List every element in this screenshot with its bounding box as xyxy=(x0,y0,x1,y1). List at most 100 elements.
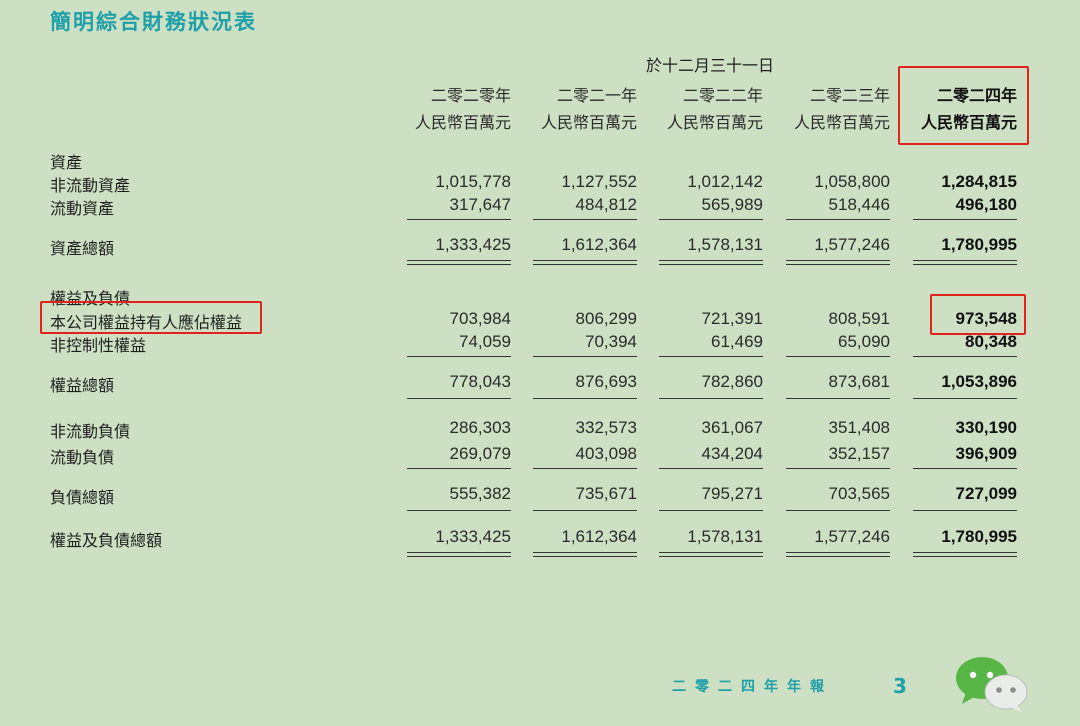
cell: 795,271 xyxy=(701,484,763,503)
double-underline xyxy=(533,552,637,557)
cell: 351,408 xyxy=(828,418,890,437)
underline xyxy=(533,356,637,357)
cell: 735,671 xyxy=(575,484,637,503)
col-unit: 人民幣百萬元 xyxy=(414,113,511,132)
underline xyxy=(786,398,890,399)
double-underline xyxy=(913,552,1017,557)
cell: 434,204 xyxy=(701,444,763,463)
cell: 555,382 xyxy=(449,484,511,503)
col-year: 二零二二年 xyxy=(682,86,763,105)
cell: 330,190 xyxy=(955,418,1017,437)
col-unit: 人民幣百萬元 xyxy=(793,113,890,132)
wechat-chat-icon[interactable] xyxy=(952,654,1032,714)
cell: 74,059 xyxy=(459,332,511,351)
col-year: 二零二一年 xyxy=(556,86,637,105)
underline xyxy=(533,398,637,399)
section-assets: 資產 xyxy=(50,153,83,172)
cell: 269,079 xyxy=(449,444,511,463)
cell: 1,780,995 xyxy=(941,527,1017,546)
cell: 1,053,896 xyxy=(941,372,1017,391)
underline xyxy=(913,510,1017,511)
cell: 1,127,552 xyxy=(561,172,637,191)
cell: 727,099 xyxy=(955,484,1017,503)
double-underline xyxy=(786,260,890,265)
report-title: 簡明綜合財務狀況表 xyxy=(50,10,257,34)
underline xyxy=(407,219,511,220)
cell: 286,303 xyxy=(449,418,511,437)
double-underline xyxy=(786,552,890,557)
row-label: 非流動資產 xyxy=(50,176,131,195)
cell: 565,989 xyxy=(701,195,763,214)
underline xyxy=(407,398,511,399)
cell: 1,578,131 xyxy=(687,235,763,254)
cell: 1,284,815 xyxy=(941,172,1017,191)
cell: 1,333,425 xyxy=(435,235,511,254)
double-underline xyxy=(407,260,511,265)
row-label: 非流動負債 xyxy=(50,422,131,441)
row-label: 權益及負債總額 xyxy=(50,531,163,550)
cell: 70,394 xyxy=(585,332,637,351)
cell: 361,067 xyxy=(701,418,763,437)
double-underline xyxy=(659,552,763,557)
underline xyxy=(786,510,890,511)
period-label: 於十二月三十一日 xyxy=(645,56,774,75)
underline xyxy=(913,398,1017,399)
cell: 352,157 xyxy=(828,444,890,463)
underline xyxy=(659,510,763,511)
cell: 1,577,246 xyxy=(814,235,890,254)
cell: 1,015,778 xyxy=(435,172,511,191)
cell: 61,469 xyxy=(711,332,763,351)
cell: 396,909 xyxy=(955,444,1017,463)
underline xyxy=(786,468,890,469)
row-label: 非控制性權益 xyxy=(50,336,147,355)
underline xyxy=(786,219,890,220)
col-unit: 人民幣百萬元 xyxy=(540,113,637,132)
cell: 1,012,142 xyxy=(687,172,763,191)
double-underline xyxy=(407,552,511,557)
cell: 1,612,364 xyxy=(561,235,637,254)
col-year: 二零二三年 xyxy=(809,86,890,105)
col-year: 二零二零年 xyxy=(430,86,511,105)
underline xyxy=(786,356,890,357)
cell: 403,098 xyxy=(575,444,637,463)
cell: 332,573 xyxy=(575,418,637,437)
cell: 65,090 xyxy=(838,332,890,351)
page-number: 3 xyxy=(893,674,907,698)
cell: 873,681 xyxy=(828,372,890,391)
underline xyxy=(533,219,637,220)
double-underline xyxy=(913,260,1017,265)
highlight-box-equity-2024 xyxy=(930,294,1026,335)
underline xyxy=(913,356,1017,357)
cell: 1,577,246 xyxy=(814,527,890,546)
underline xyxy=(407,356,511,357)
cell: 808,591 xyxy=(828,309,890,328)
cell: 1,578,131 xyxy=(687,527,763,546)
cell: 484,812 xyxy=(575,195,637,214)
cell: 876,693 xyxy=(575,372,637,391)
underline xyxy=(913,468,1017,469)
footer-report-label: 二零二四年年報 xyxy=(672,679,833,695)
cell: 782,860 xyxy=(701,372,763,391)
cell: 1,058,800 xyxy=(814,172,890,191)
underline xyxy=(533,510,637,511)
col-unit: 人民幣百萬元 xyxy=(666,113,763,132)
double-underline xyxy=(533,260,637,265)
cell: 80,348 xyxy=(965,332,1017,351)
underline xyxy=(659,468,763,469)
underline xyxy=(407,510,511,511)
row-label: 流動資產 xyxy=(50,199,115,218)
cell: 703,565 xyxy=(828,484,890,503)
cell: 721,391 xyxy=(701,309,763,328)
underline xyxy=(533,468,637,469)
cell: 1,612,364 xyxy=(561,527,637,546)
underline xyxy=(407,468,511,469)
underline xyxy=(659,398,763,399)
cell: 496,180 xyxy=(955,195,1017,214)
cell: 778,043 xyxy=(449,372,511,391)
row-label: 資產總額 xyxy=(50,239,115,258)
underline xyxy=(913,219,1017,220)
row-label: 流動負債 xyxy=(50,448,115,467)
highlight-box-equity-label xyxy=(40,301,262,334)
row-label: 負債總額 xyxy=(50,488,115,507)
underline xyxy=(659,219,763,220)
